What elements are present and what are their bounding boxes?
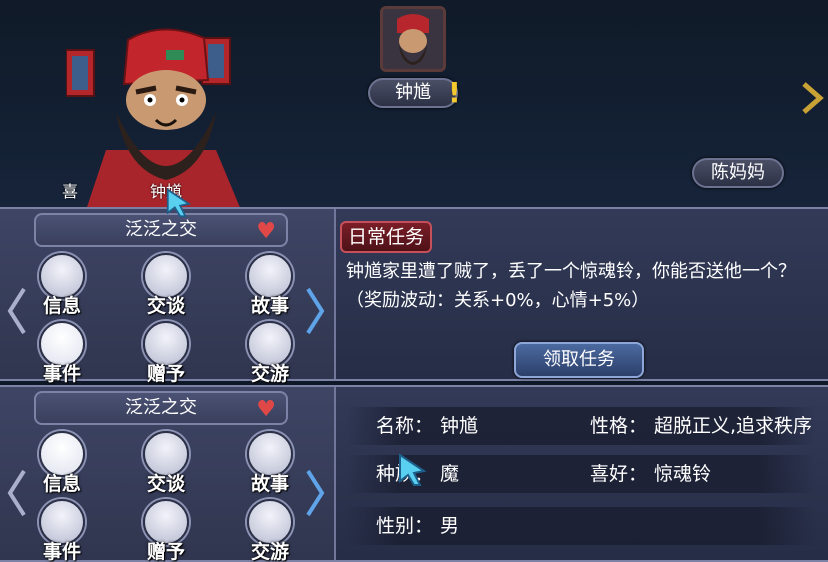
chat-button[interactable]: 交谈 [134,253,198,319]
personality-value: 超脱正义,追求秩序 [654,415,813,437]
name-value: 钟馗 [440,415,479,437]
heart-icon: ♥ [256,397,276,422]
npc-chenmama-label[interactable]: 陈妈妈 [692,158,784,188]
game-screen: { "scene": { "npc_name": "钟馗", "alert_ma… [0,0,828,562]
action-pane: 泛泛之交 ♥ 信息 交谈 故事 事件 赠予 交游 [0,209,336,385]
relation-label-2: 泛泛之交 [125,397,197,418]
gift-button-2[interactable]: 赠予 [134,499,198,562]
relation-bar-2: 泛泛之交 ♥ [34,391,288,425]
travel-button-2[interactable]: 交游 [238,499,302,562]
event-button-2[interactable]: 事件 [30,499,94,562]
relation-bar: 泛泛之交 ♥ [34,213,288,247]
heart-icon: ♥ [256,219,276,244]
info-panel: 泛泛之交 ♥ 信息 交谈 故事 事件 赠予 交游 名称： 钟馗 魔 性别： 男 … [0,385,828,562]
name-label: 名称： [376,415,434,437]
accept-quest-button[interactable]: 领取任务 [514,342,644,378]
relation-label: 泛泛之交 [125,219,197,240]
action-pane-2: 泛泛之交 ♥ 信息 交谈 故事 事件 赠予 交游 [0,387,336,562]
npc-name-label[interactable]: 钟馗 [368,78,458,108]
race-value: 魔 [440,463,460,485]
gender-label: 性别： [376,515,434,537]
npc-avatar[interactable] [380,6,446,72]
chat-button-2[interactable]: 交谈 [134,431,198,497]
next-arrow-icon[interactable] [302,467,328,519]
scene-label-left: 喜 [62,182,79,201]
gift-button[interactable]: 赠予 [134,321,198,387]
next-arrow-icon[interactable] [302,285,328,337]
prev-arrow-icon[interactable] [4,467,30,519]
personality-label: 性格： [590,415,648,437]
quest-panel: 泛泛之交 ♥ 信息 交谈 故事 事件 赠予 交游 日常任务 钟馗家里遭了贼了，丢… [0,207,828,385]
scene-next-arrow-icon[interactable] [800,80,824,116]
scene-background: 钟馗 ! 陈妈妈 喜 钟馗 [0,0,828,210]
zhongkui-avatar-icon [383,9,443,69]
story-button[interactable]: 故事 [238,253,302,319]
story-button-2[interactable]: 故事 [238,431,302,497]
prev-arrow-icon[interactable] [4,285,30,337]
info-button-2[interactable]: 信息 [30,431,94,497]
gender-value: 男 [440,515,460,537]
travel-button[interactable]: 交游 [238,321,302,387]
info-button[interactable]: 信息 [30,253,94,319]
hobby-label: 喜好： [590,463,648,485]
event-button[interactable]: 事件 [30,321,94,387]
hobby-value: 惊魂铃 [654,463,712,485]
quest-alert-icon: ! [448,76,461,109]
pointer-cursor-icon [166,188,192,218]
pointer-cursor-icon [399,453,427,486]
daily-quest-tag: 日常任务 [340,221,432,253]
quest-description: 钟馗家里遭了贼了，丢了一个惊魂铃，你能否送他一个？（奖励波动：关系+0%，心情+… [346,261,796,311]
